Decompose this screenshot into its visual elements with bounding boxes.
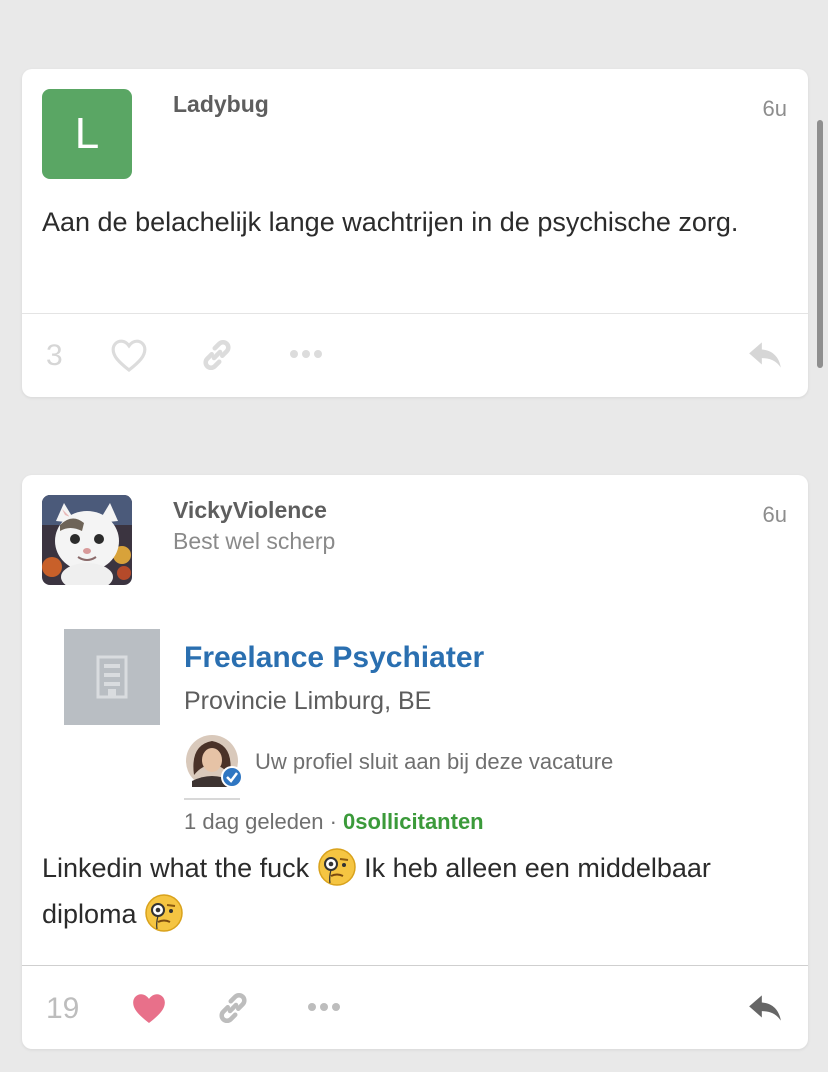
post-text: Aan de belachelijk lange wachtrijen in d… [42,207,739,237]
job-posted: 1 dag geleden · [184,809,344,834]
reply-icon[interactable] [746,337,784,373]
divider [22,965,808,966]
cat-avatar-image [42,495,132,585]
username[interactable]: VickyViolence [173,497,327,524]
username[interactable]: Ladybug [173,91,269,118]
job-match-text: Uw profiel sluit aan bij deze vacature [255,749,614,774]
avatar-letter: L [74,109,100,158]
link-icon[interactable] [215,990,251,1026]
monocle-face-emoji-icon [317,848,356,886]
more-icon[interactable] [306,996,342,1018]
post-actions: 3 [22,325,808,385]
post-time: 6u [762,96,787,121]
reply-icon[interactable] [746,990,784,1026]
post-card: L Ladybug 6u Aan de belachelijk lange wa… [22,69,808,397]
post-time: 6u [762,502,787,527]
link-icon[interactable] [199,337,235,373]
like-count: 3 [46,339,63,372]
building-icon [96,655,128,699]
heart-icon[interactable] [130,990,168,1026]
monocle-face-emoji-icon [145,894,183,932]
scrollbar[interactable] [817,120,823,368]
company-logo [64,629,160,725]
job-meta: 1 dag geleden · 0sollicitanten [184,809,484,835]
user-title: Best wel scherp [173,528,336,554]
post-text-part: Linkedin what the fuck [42,853,317,883]
job-applicants: 0sollicitanten [343,809,484,834]
post-actions: 19 [22,978,808,1038]
more-icon[interactable] [288,343,324,365]
like-count: 19 [46,992,80,1025]
profile-avatar [186,735,243,788]
divider [22,313,808,314]
user-avatar[interactable]: L [42,89,132,179]
user-avatar[interactable] [42,495,132,585]
post-card: VickyViolence Best wel scherp 6u Freelan… [22,475,808,1049]
divider [184,798,240,800]
job-title: Freelance Psychiater [184,641,485,674]
job-location: Provincie Limburg, BE [184,687,432,715]
heart-icon[interactable] [110,337,148,373]
post-text: Linkedin what the fuck Ik heb alleen een… [42,845,787,937]
linkedin-job-screenshot: Freelance Psychiater Provincie Limburg, … [62,625,702,840]
